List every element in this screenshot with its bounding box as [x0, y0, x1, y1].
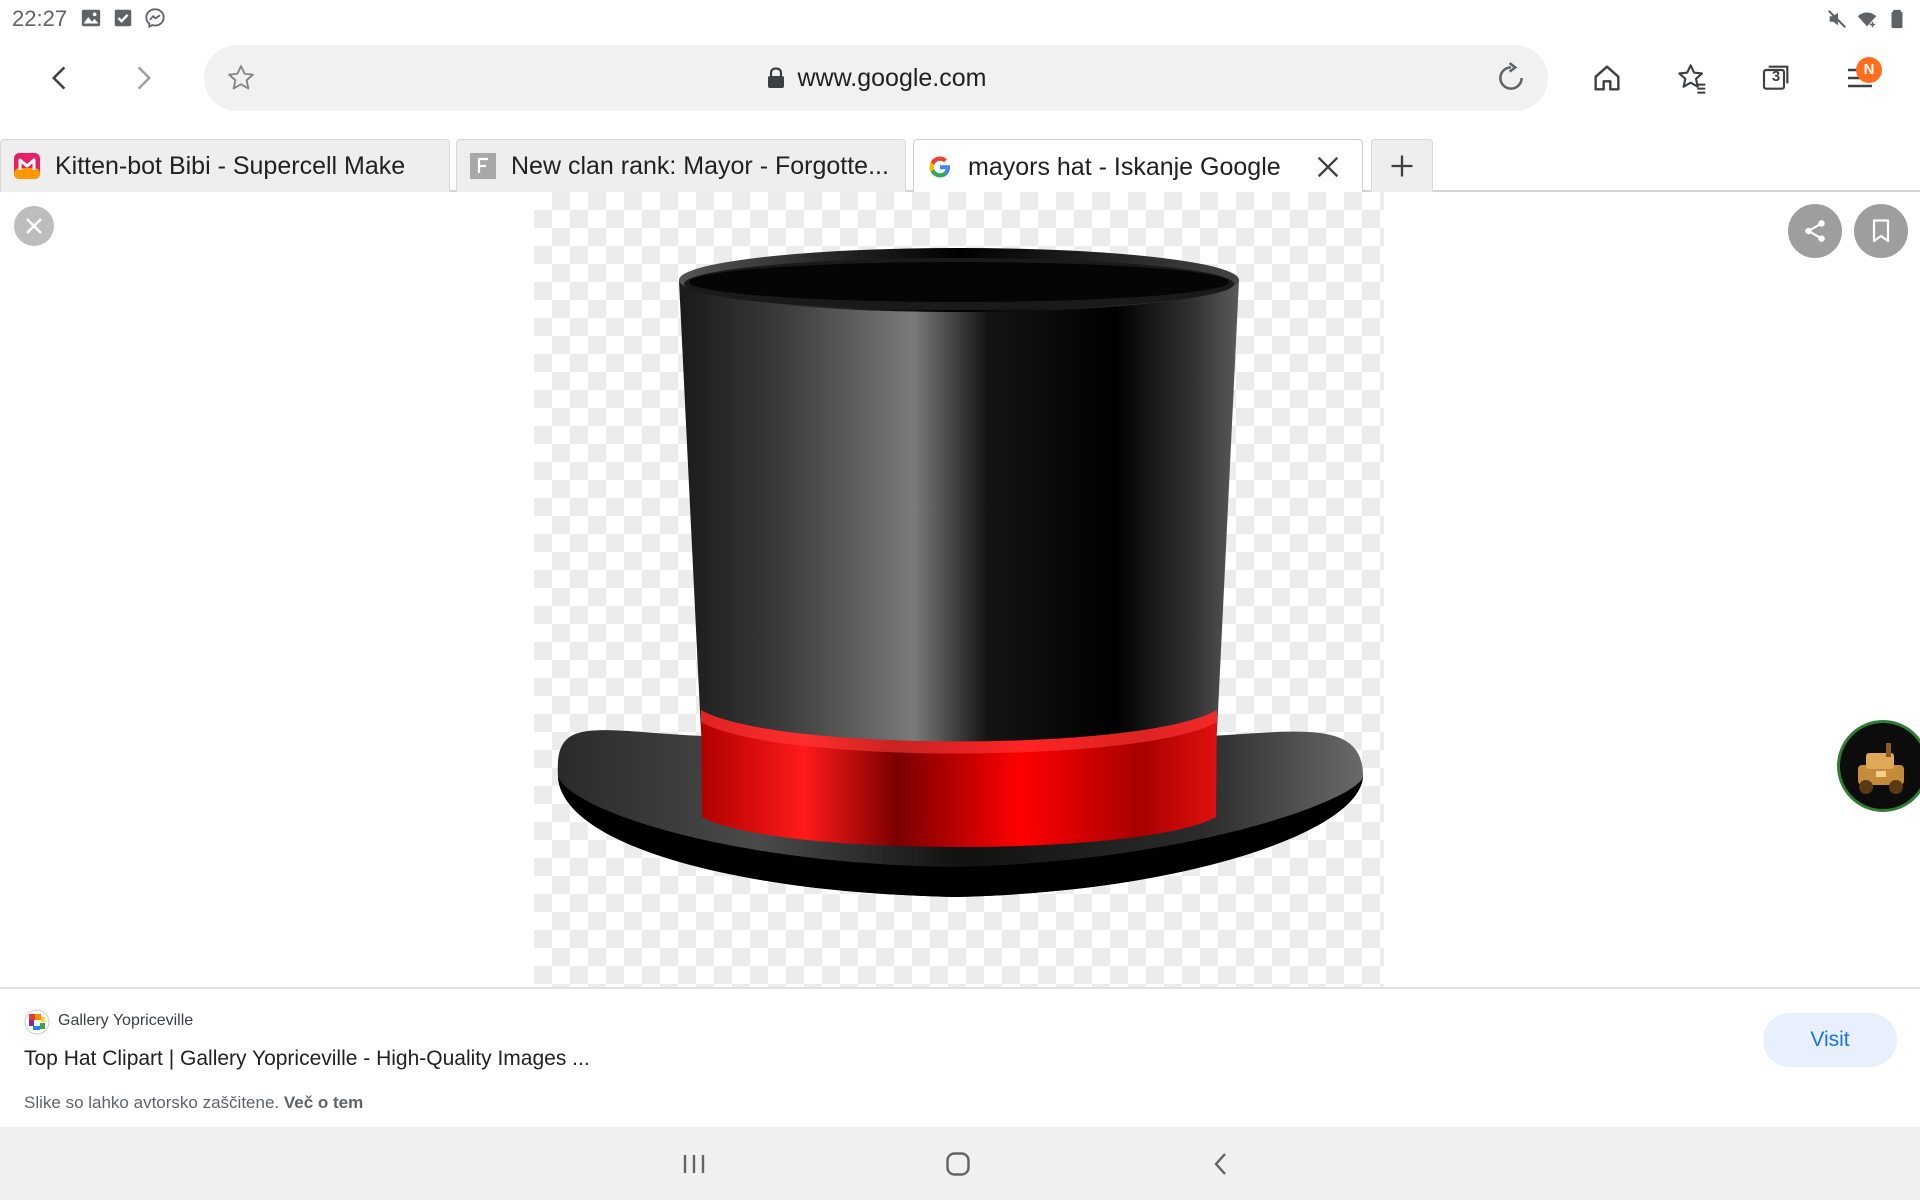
back-arrow-icon: [51, 66, 66, 90]
bookmarks-icon: [1678, 64, 1706, 94]
forum-f-favicon: [470, 153, 496, 179]
system-status-icons: [1826, 8, 1908, 30]
home-circle-icon: [946, 1152, 970, 1176]
reload-icon[interactable]: [1494, 61, 1528, 95]
image-viewer: [0, 192, 1920, 987]
mute-icon: [1828, 10, 1846, 28]
status-time: 22:27: [12, 6, 68, 31]
close-viewer-button[interactable]: [14, 206, 54, 246]
gallery-icon: [81, 9, 101, 27]
notification-icons: [80, 7, 166, 29]
address-bar[interactable]: www.google.com: [204, 45, 1548, 111]
close-tab-icon[interactable]: [1314, 153, 1342, 181]
learn-more-link[interactable]: Več o tem: [284, 1093, 363, 1112]
tab-strip: Kitten-bot Bibi - Supercell Make New cla…: [0, 137, 1920, 194]
tab-title: New clan rank: Mayor - Forgotte...: [511, 151, 889, 180]
star-icon[interactable]: [226, 63, 256, 93]
new-tab-button[interactable]: [1371, 139, 1433, 192]
url-display: www.google.com: [204, 45, 1548, 111]
tab-title: Kitten-bot Bibi - Supercell Make: [55, 151, 406, 180]
google-favicon: [929, 156, 950, 178]
image-title-link[interactable]: Top Hat Clipart | Gallery Yopriceville -…: [24, 1047, 590, 1071]
messenger-icon: [145, 8, 165, 29]
share-icon: [1805, 220, 1825, 242]
forward-button[interactable]: [119, 54, 167, 102]
recents-icon: [683, 1155, 705, 1173]
tab-kitten-bot-bibi[interactable]: Kitten-bot Bibi - Supercell Make: [0, 139, 450, 192]
checkbox-notification-icon: [114, 9, 132, 27]
url-text[interactable]: www.google.com: [798, 64, 987, 93]
system-navigation-bar: [0, 1127, 1920, 1200]
top-hat-image: [557, 248, 1364, 897]
back-button[interactable]: [36, 54, 84, 102]
home-icon: [1594, 65, 1620, 91]
forward-arrow-icon: [137, 66, 152, 90]
system-back-button[interactable]: [1197, 1141, 1245, 1187]
recent-apps-button[interactable]: [670, 1141, 718, 1187]
back-chevron-icon: [1214, 1153, 1226, 1175]
tab-new-clan-rank[interactable]: New clan rank: Mayor - Forgotte...: [456, 139, 906, 192]
status-bar: 22:27: [0, 0, 1920, 36]
copyright-notice: Slike so lahko avtorsko zaščitene. Več o…: [24, 1093, 363, 1113]
floating-chat-bubble[interactable]: [1837, 720, 1920, 812]
tab-count: 3: [1771, 68, 1781, 85]
battery-icon: [1891, 9, 1903, 29]
source-name[interactable]: Gallery Yopriceville: [58, 1012, 193, 1030]
gallery-yopriceville-logo-icon: [24, 1009, 50, 1035]
preview-image-frame[interactable]: [534, 192, 1384, 987]
share-button[interactable]: [1788, 204, 1842, 258]
bookmarks-button[interactable]: [1670, 56, 1714, 100]
close-icon: [26, 218, 42, 234]
home-button[interactable]: [1585, 56, 1629, 100]
tab-title: mayors hat - Iskanje Google: [968, 152, 1281, 181]
bookmark-icon: [1872, 219, 1890, 243]
save-bookmark-button[interactable]: [1854, 204, 1908, 258]
lock-icon: [767, 67, 784, 88]
visit-button[interactable]: Visit: [1763, 1013, 1897, 1067]
supercell-make-favicon: [14, 153, 40, 179]
image-info-panel: Gallery Yopriceville Top Hat Clipart | G…: [0, 987, 1920, 1127]
wifi-icon: [1857, 12, 1877, 28]
menu-notification-badge: N: [1856, 57, 1882, 83]
copyright-text: Slike so lahko avtorsko zaščitene.: [24, 1093, 280, 1112]
plus-icon: [1391, 155, 1413, 177]
game-avatar-icon: [1858, 743, 1904, 794]
tab-mayors-hat[interactable]: mayors hat - Iskanje Google: [913, 139, 1363, 194]
system-home-button[interactable]: [934, 1141, 982, 1187]
tabs-button[interactable]: 3: [1754, 56, 1798, 100]
